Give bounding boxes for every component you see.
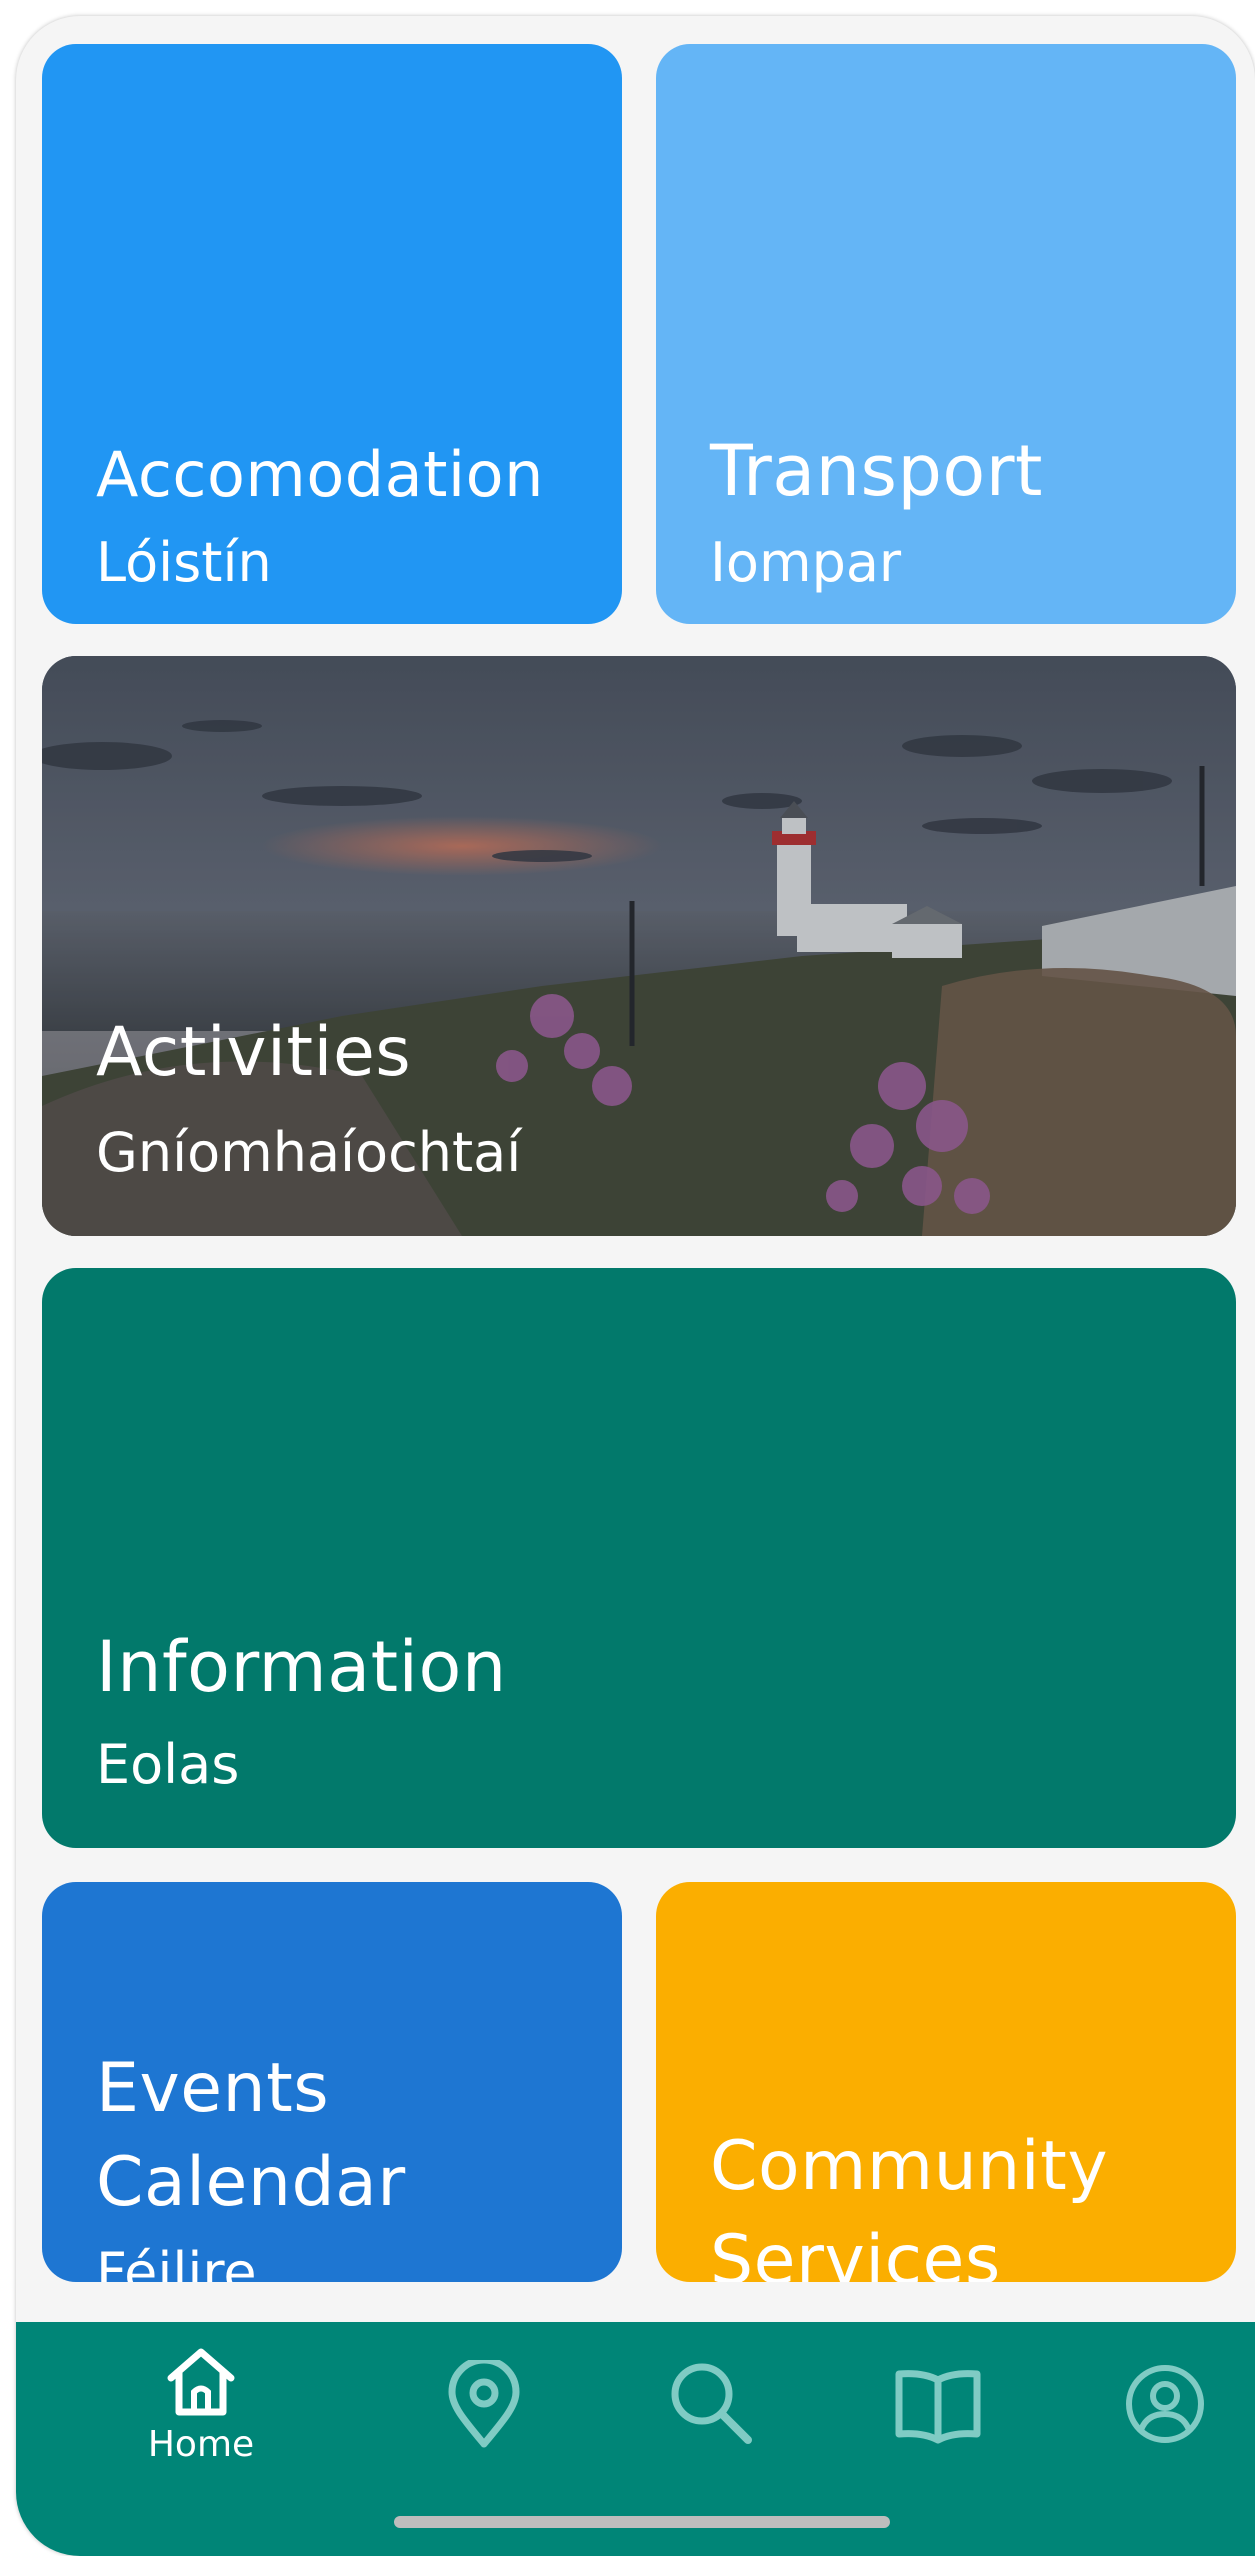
transport-title: Transport [710,430,1043,512]
home-icon [167,2348,235,2416]
nav-home[interactable]: Home [136,2342,266,2492]
information-tile[interactable]: Information Eolas [42,1268,1236,1848]
accommodation-title: Accomodation [96,438,544,511]
transport-subtitle: Iompar [710,531,902,594]
accommodation-tile[interactable]: Accomodation Lóistín [42,44,622,624]
transport-tile[interactable]: Transport Iompar [656,44,1236,624]
nav-search[interactable] [646,2342,776,2492]
information-subtitle: Eolas [96,1733,240,1796]
accommodation-subtitle: Lóistín [96,531,272,594]
account-icon [1126,2365,1204,2443]
nav-map[interactable] [419,2342,549,2492]
events-title: Events Calendar [96,2049,406,2222]
activities-subtitle: Gníomhaíochtaí [96,1121,522,1184]
events-subtitle: Féilire [96,2241,257,2282]
search-icon [671,2363,752,2444]
home-indicator [394,2516,890,2528]
app-screen: Accomodation Lóistín Transport Iompar Ac… [16,16,1255,2556]
information-title: Information [96,1626,507,1708]
community-title: Community Services [710,2127,1109,2282]
activities-tile[interactable]: Activities Gníomhaíochtaí [42,656,1236,1236]
nav-account[interactable] [1100,2342,1230,2492]
activities-title: Activities [96,1013,412,1092]
map-pin-icon [448,2360,520,2448]
nav-guide[interactable] [873,2342,1003,2492]
events-calendar-tile[interactable]: Events Calendar Féilire [42,1882,622,2282]
nav-home-label: Home [147,2424,255,2465]
book-icon [895,2370,981,2444]
community-services-tile[interactable]: Community Services [656,1882,1236,2282]
